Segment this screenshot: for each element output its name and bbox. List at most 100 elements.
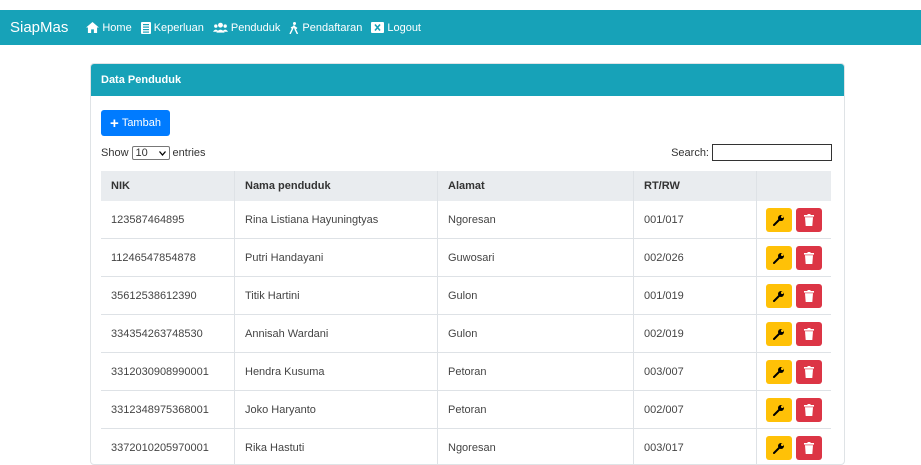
cell-rtrw: 001/019	[634, 277, 757, 315]
cell-rtrw: 003/017	[634, 429, 757, 465]
nav-label-penduduk: Penduduk	[231, 22, 281, 34]
cell-actions	[757, 239, 832, 277]
table-row: 123587464895Rina Listiana HayuningtyasNg…	[101, 201, 831, 239]
wrench-icon	[773, 442, 785, 454]
table-row: 3372010205970001Rika HastutiNgoresan003/…	[101, 429, 831, 465]
table-row: 3312348975368001Joko HaryantoPetoran002/…	[101, 391, 831, 429]
cell-actions	[757, 353, 832, 391]
edit-button[interactable]	[766, 246, 792, 270]
cell-alamat: Petoran	[438, 353, 634, 391]
book-icon	[141, 22, 151, 34]
edit-button[interactable]	[766, 398, 792, 422]
delete-button[interactable]	[796, 246, 822, 270]
cell-nama: Titik Hartini	[235, 277, 438, 315]
walking-icon	[289, 22, 299, 34]
search-control: Search:	[671, 144, 832, 161]
window-close-icon	[371, 22, 384, 33]
cell-alamat: Ngoresan	[438, 201, 634, 239]
add-button[interactable]: + Tambah	[101, 110, 170, 136]
cell-nik: 3312348975368001	[101, 391, 235, 429]
edit-button[interactable]	[766, 322, 792, 346]
nav-label-logout: Logout	[387, 22, 421, 34]
cell-alamat: Gulon	[438, 315, 634, 353]
users-icon	[213, 22, 228, 33]
entries-select[interactable]: 10	[132, 146, 170, 160]
cell-nik: 334354263748530	[101, 315, 235, 353]
wrench-icon	[773, 366, 785, 378]
cell-rtrw: 002/026	[634, 239, 757, 277]
cell-nama: Rina Listiana Hayuningtyas	[235, 201, 438, 239]
row-actions	[757, 284, 831, 308]
cell-nama: Hendra Kusuma	[235, 353, 438, 391]
cell-nik: 35612538612390	[101, 277, 235, 315]
wrench-icon	[773, 252, 785, 264]
cell-nik: 123587464895	[101, 201, 235, 239]
delete-button[interactable]	[796, 360, 822, 384]
cell-actions	[757, 315, 832, 353]
trash-icon	[804, 404, 814, 416]
entries-select-value: 10	[136, 147, 148, 159]
penduduk-table: NIK Nama penduduk Alamat RT/RW 123587464…	[101, 171, 831, 465]
edit-button[interactable]	[766, 360, 792, 384]
wrench-icon	[773, 404, 785, 416]
nav-label-home: Home	[102, 22, 131, 34]
column-header-nama[interactable]: Nama penduduk	[235, 171, 438, 201]
row-actions	[757, 360, 831, 384]
show-label: Show	[101, 147, 129, 159]
column-header-rtrw[interactable]: RT/RW	[634, 171, 757, 201]
cell-nama: Putri Handayani	[235, 239, 438, 277]
column-header-alamat[interactable]: Alamat	[438, 171, 634, 201]
plus-icon: +	[110, 116, 119, 131]
trash-icon	[804, 252, 814, 264]
brand-name[interactable]: SiapMas	[10, 19, 68, 36]
cell-rtrw: 002/007	[634, 391, 757, 429]
cell-nama: Joko Haryanto	[235, 391, 438, 429]
row-actions	[757, 246, 831, 270]
nav-item-home[interactable]: Home	[86, 22, 131, 34]
cell-actions	[757, 277, 832, 315]
table-row: 11246547854878Putri HandayaniGuwosari002…	[101, 239, 831, 277]
data-card: Data Penduduk + Tambah Show 10 entries S…	[90, 63, 845, 465]
column-header-nik[interactable]: NIK	[101, 171, 235, 201]
entries-length-control: Show 10 entries	[101, 146, 206, 160]
cell-nik: 3372010205970001	[101, 429, 235, 465]
nav-label-pendaftaran: Pendaftaran	[302, 22, 362, 34]
card-title: Data Penduduk	[101, 74, 181, 86]
nav-item-penduduk[interactable]: Penduduk	[213, 22, 281, 34]
cell-nik: 11246547854878	[101, 239, 235, 277]
delete-button[interactable]	[796, 322, 822, 346]
row-actions	[757, 322, 831, 346]
cell-actions	[757, 391, 832, 429]
row-actions	[757, 398, 831, 422]
column-header-actions	[757, 171, 832, 201]
home-icon	[86, 22, 99, 33]
add-button-label: Tambah	[122, 117, 161, 129]
table-row: 35612538612390Titik HartiniGulon001/019	[101, 277, 831, 315]
delete-button[interactable]	[796, 208, 822, 232]
delete-button[interactable]	[796, 436, 822, 460]
delete-button[interactable]	[796, 398, 822, 422]
nav-item-pendaftaran[interactable]: Pendaftaran	[289, 22, 362, 34]
cell-alamat: Ngoresan	[438, 429, 634, 465]
cell-actions	[757, 201, 832, 239]
wrench-icon	[773, 290, 785, 302]
navbar: SiapMas Home Keperluan Penduduk	[0, 10, 921, 45]
edit-button[interactable]	[766, 436, 792, 460]
trash-icon	[804, 290, 814, 302]
nav-item-logout[interactable]: Logout	[371, 22, 421, 34]
cell-rtrw: 001/017	[634, 201, 757, 239]
cell-alamat: Petoran	[438, 391, 634, 429]
wrench-icon	[773, 328, 785, 340]
edit-button[interactable]	[766, 284, 792, 308]
search-input[interactable]	[712, 144, 832, 161]
trash-icon	[804, 366, 814, 378]
cell-nik: 3312030908990001	[101, 353, 235, 391]
search-label: Search:	[671, 147, 709, 159]
edit-button[interactable]	[766, 208, 792, 232]
card-header: Data Penduduk	[91, 64, 844, 96]
cell-rtrw: 003/007	[634, 353, 757, 391]
row-actions	[757, 436, 831, 460]
delete-button[interactable]	[796, 284, 822, 308]
nav-item-keperluan[interactable]: Keperluan	[141, 22, 204, 34]
nav-label-keperluan: Keperluan	[154, 22, 204, 34]
